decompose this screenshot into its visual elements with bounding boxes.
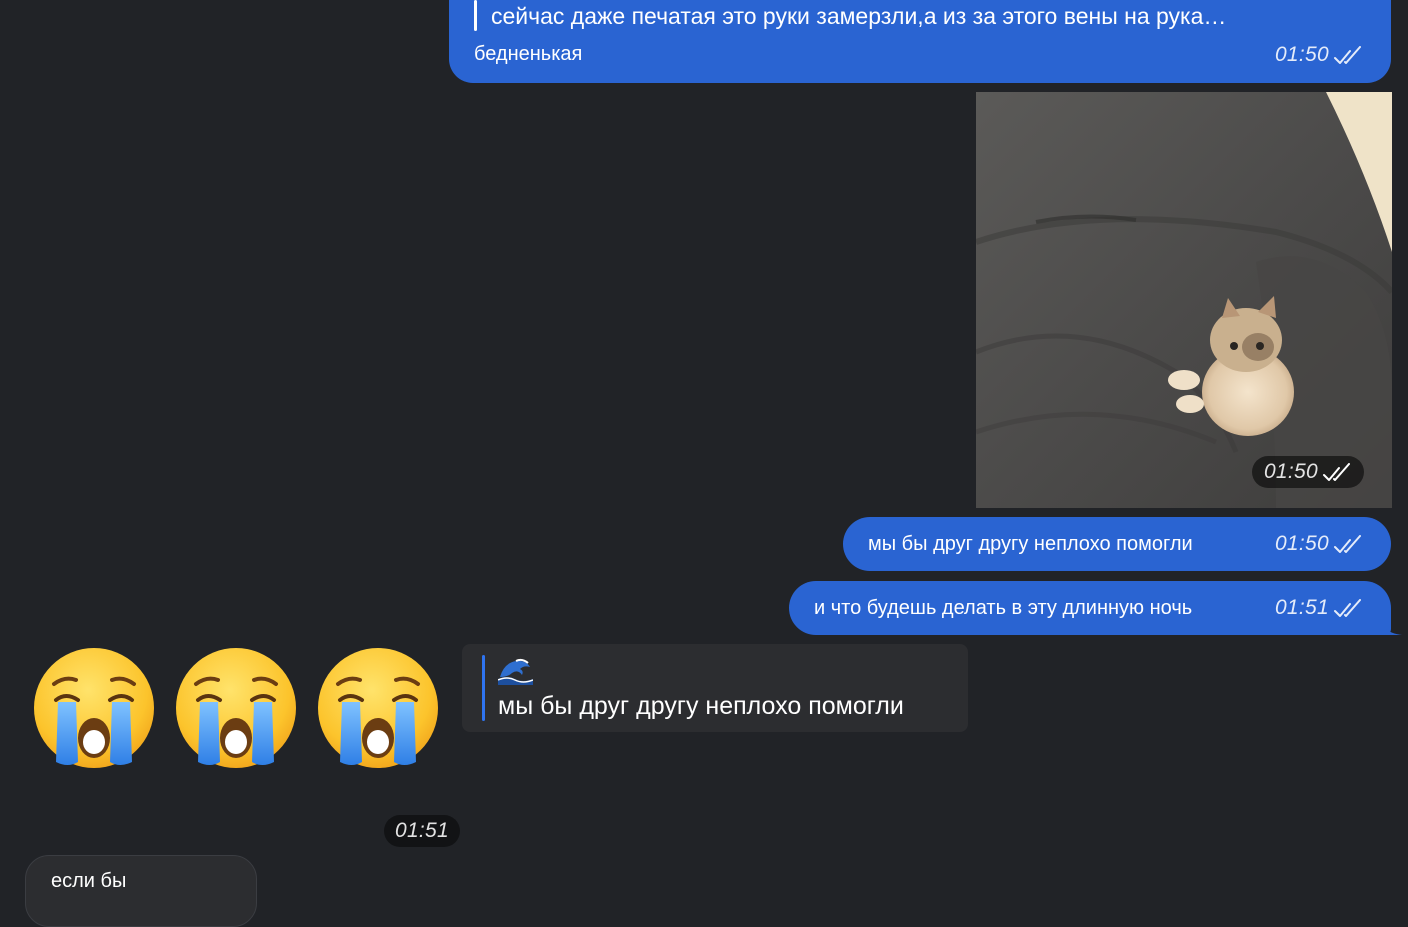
message-meta: 01:50 bbox=[1275, 43, 1363, 67]
bubble-tail bbox=[1382, 621, 1402, 635]
double-check-icon bbox=[1323, 463, 1350, 481]
great-wave-icon bbox=[498, 658, 533, 685]
reply-preview-card[interactable]: мы бы друг другу неплохо помогли bbox=[462, 644, 968, 732]
photo-time-badge: 01:50 bbox=[1251, 456, 1364, 488]
loudly-crying-face-icon[interactable] bbox=[316, 646, 440, 770]
reply-quote-bar bbox=[474, 0, 477, 31]
message-text: и что будешь делать в эту длинную ночь bbox=[814, 596, 1193, 619]
loudly-crying-face-icon[interactable] bbox=[174, 646, 298, 770]
double-check-icon bbox=[1334, 46, 1361, 64]
message-text: бедненькая bbox=[474, 43, 583, 65]
message-time: 01:50 bbox=[1274, 532, 1329, 555]
reply-quote-text: мы бы друг другу неплохо помогли bbox=[498, 692, 904, 720]
reply-quote-text[interactable]: сейчас даже печатая это руки замерзли,а … bbox=[491, 3, 1226, 30]
message-text: мы бы друг другу неплохо помогли bbox=[868, 532, 1193, 555]
double-check-icon bbox=[1334, 599, 1361, 617]
photo-message[interactable]: 01:50 bbox=[976, 92, 1392, 508]
outgoing-message-bubble[interactable]: и что будешь делать в эту длинную ночь 0… bbox=[789, 581, 1402, 635]
message-time: 01:51 bbox=[394, 819, 450, 842]
kitten-on-sofa-photo bbox=[976, 92, 1392, 508]
message-meta: 01:51 bbox=[1275, 596, 1363, 620]
message-meta: 01:50 bbox=[1275, 532, 1363, 556]
incoming-time-badge: 01:51 bbox=[384, 815, 460, 847]
outgoing-message-bubble[interactable]: сейчас даже печатая это руки замерзли,а … bbox=[449, 0, 1391, 83]
message-time: 01:50 bbox=[1274, 43, 1329, 66]
outgoing-message-bubble[interactable]: мы бы друг другу неплохо помогли 01:50 bbox=[843, 517, 1391, 571]
double-check-icon bbox=[1334, 535, 1361, 553]
incoming-message-bubble[interactable]: если бы bbox=[25, 855, 257, 927]
message-time: 01:51 bbox=[1274, 596, 1329, 619]
reply-quote-bar bbox=[482, 655, 485, 721]
message-time: 01:50 bbox=[1263, 460, 1318, 483]
loudly-crying-face-icon[interactable] bbox=[32, 646, 156, 770]
message-text: если бы bbox=[51, 870, 127, 892]
